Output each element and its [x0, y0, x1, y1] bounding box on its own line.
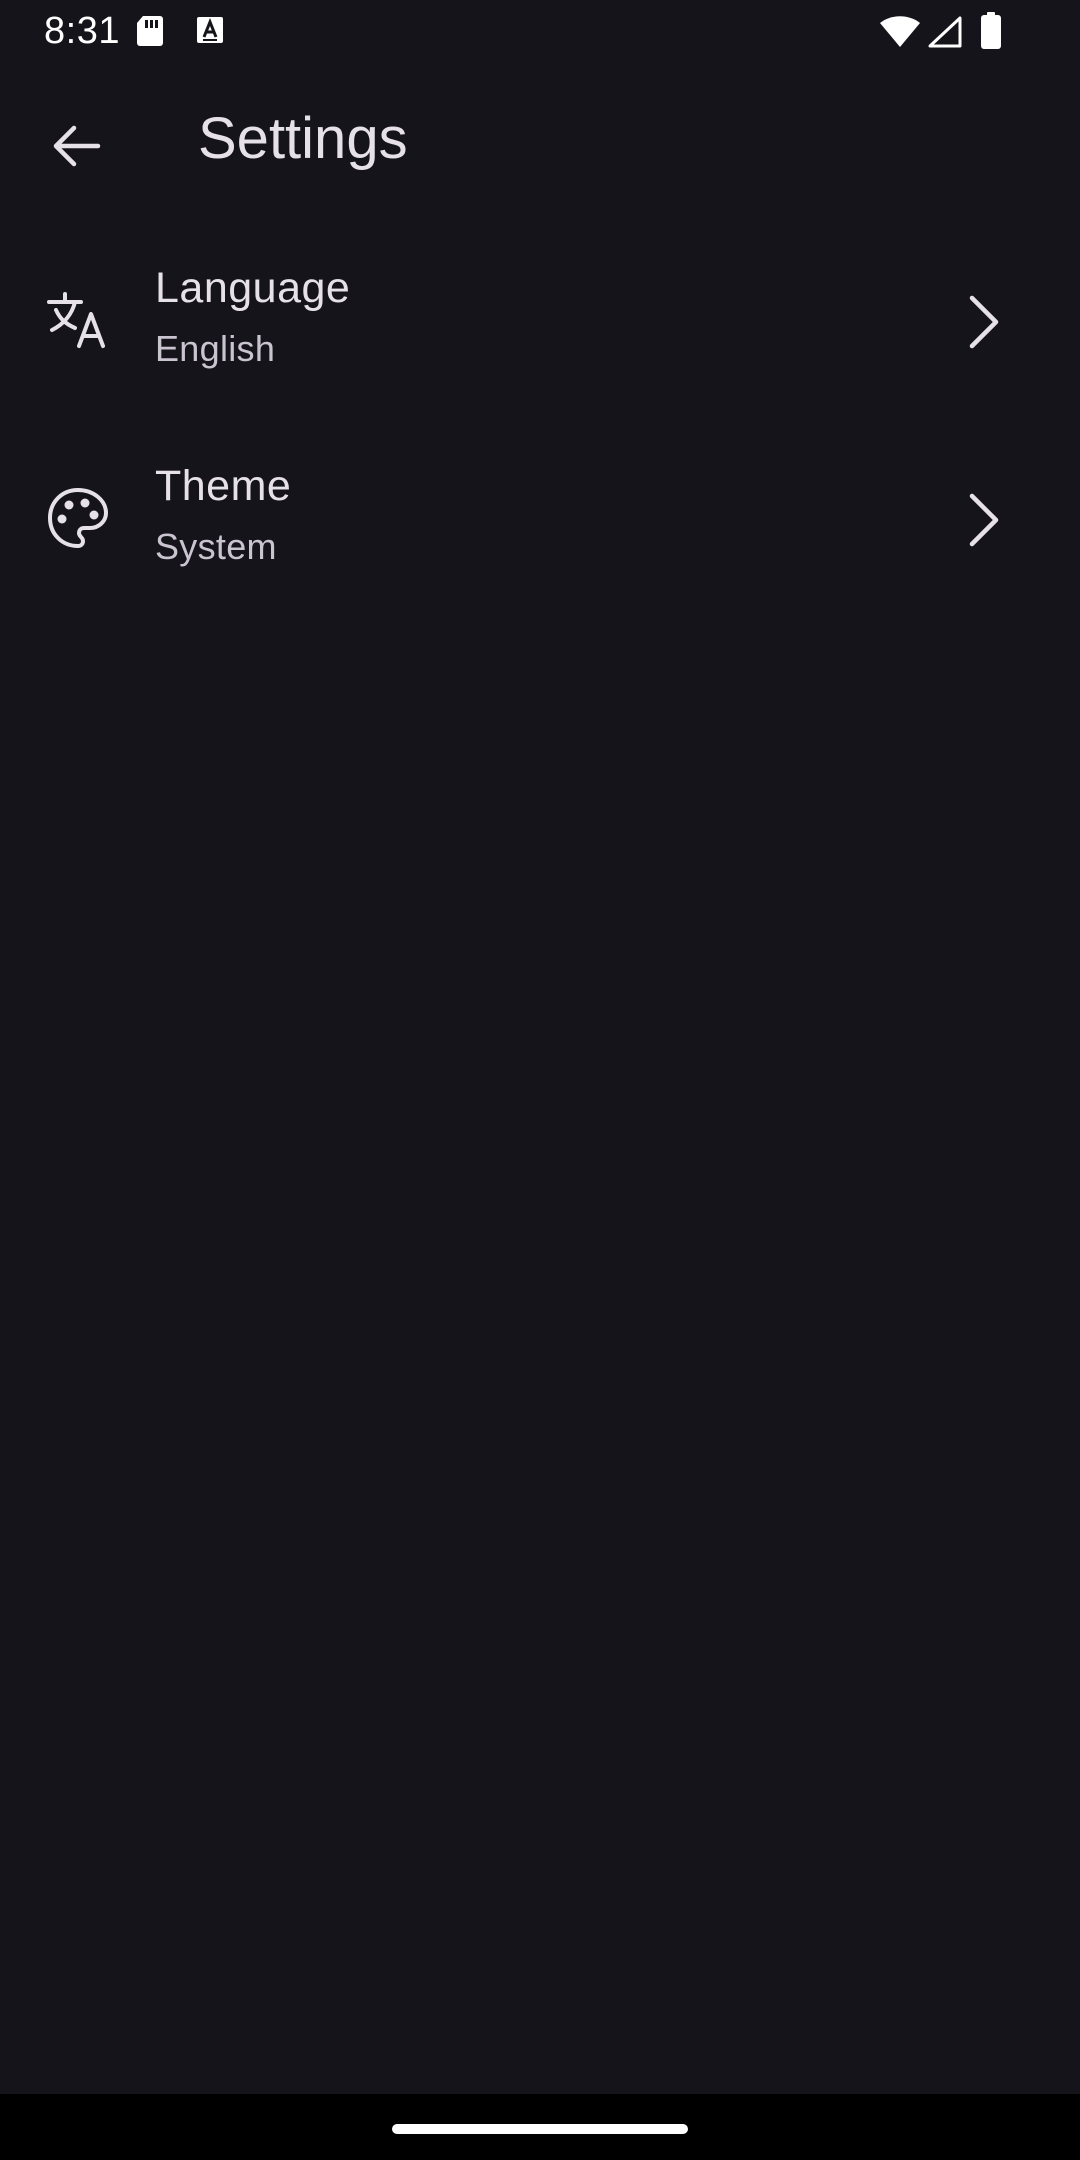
status-time: 8:31 [44, 10, 120, 52]
language-value: English [155, 328, 276, 369]
chevron-right-icon [960, 290, 1008, 354]
language-title: Language [155, 264, 351, 312]
status-bar: 8:31 [0, 0, 1080, 64]
home-gesture-handle[interactable] [392, 2124, 688, 2134]
top-app-bar: Settings [0, 64, 1080, 218]
settings-item-language[interactable]: Language English [0, 222, 1080, 420]
settings-screen: 8:31 Settings Language English Theme Sys… [0, 0, 1080, 2160]
signal-icon [928, 16, 962, 53]
arrow-back-icon [48, 118, 104, 179]
palette-icon [46, 486, 110, 550]
sd-card-icon [134, 14, 166, 53]
settings-item-theme[interactable]: Theme System [0, 420, 1080, 618]
battery-icon [980, 12, 1002, 55]
back-button[interactable] [28, 100, 124, 196]
keyboard-a-icon [196, 14, 224, 51]
chevron-right-icon [960, 488, 1008, 552]
settings-list: Language English Theme System [0, 222, 1080, 618]
page-title: Settings [198, 106, 408, 171]
navigation-bar [0, 2094, 1080, 2160]
theme-title: Theme [155, 462, 292, 510]
theme-value: System [155, 526, 277, 567]
translate-icon [46, 288, 110, 352]
wifi-icon [880, 16, 920, 53]
